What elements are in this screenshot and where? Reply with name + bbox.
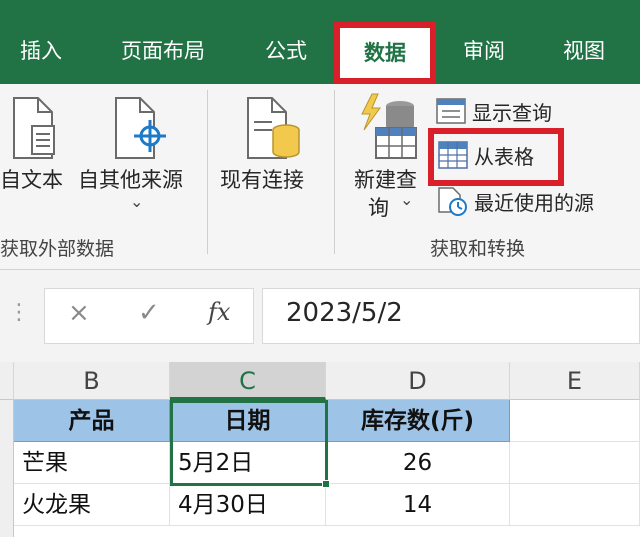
column-header-e[interactable]: E (510, 362, 640, 400)
ribbon-tab-bar: 插入 页面布局 公式 数据 审阅 视图 (0, 0, 640, 84)
chevron-down-icon: ⌄ (130, 192, 144, 211)
show-queries-label: 显示查询 (472, 100, 552, 125)
new-query-label-2: 询 (368, 196, 389, 220)
column-header-c[interactable]: C (170, 362, 326, 400)
tab-review[interactable]: 审阅 (452, 26, 516, 76)
column-header-d[interactable]: D (326, 362, 510, 400)
table-cell[interactable] (510, 400, 640, 442)
tab-formulas[interactable]: 公式 (252, 26, 320, 76)
group-label-get-transform: 获取和转换 (430, 238, 526, 260)
tab-view[interactable]: 视图 (552, 26, 616, 76)
more-options-icon[interactable]: ⋮ (8, 300, 30, 325)
new-query-icon (361, 93, 417, 159)
row-header-strip[interactable] (0, 400, 14, 537)
show-queries-button[interactable]: 显示查询 (436, 96, 552, 126)
from-text-button[interactable]: 自文本 (0, 84, 70, 214)
formula-value: 2023/5/2 (286, 298, 403, 328)
group-label-get-external-data: 获取外部数据 (0, 238, 115, 260)
chevron-down-icon: ⌄ (400, 190, 414, 209)
from-other-sources-button[interactable]: 自其他来源 ⌄ (74, 84, 200, 214)
recent-sources-icon (438, 187, 467, 216)
tab-insert[interactable]: 插入 (10, 26, 72, 76)
table-cell[interactable]: 14 (326, 484, 510, 526)
other-sources-label: 自其他来源 (78, 168, 183, 192)
other-sources-icon (115, 97, 166, 159)
text-file-icon (13, 97, 55, 159)
row-header-corner[interactable] (0, 362, 14, 400)
tab-data[interactable]: 数据 (334, 22, 436, 84)
table-cell[interactable]: 芒果 (14, 442, 170, 484)
from-text-label: 自文本 (0, 168, 63, 192)
table-cell[interactable]: 26 (326, 442, 510, 484)
column-header-b[interactable]: B (14, 362, 170, 400)
table-cell[interactable]: 5月2日 (170, 442, 326, 484)
new-query-button[interactable]: 新建查 询 ⌄ (350, 84, 428, 224)
table-cell[interactable]: 火龙果 (14, 484, 170, 526)
recent-sources-label: 最近使用的源 (474, 190, 594, 215)
table-cell[interactable]: 4月30日 (170, 484, 326, 526)
table-cell[interactable] (510, 442, 640, 484)
table-cell[interactable] (510, 484, 640, 526)
existing-connections-label: 现有连接 (220, 168, 304, 192)
ribbon-separator (207, 90, 208, 254)
ribbon-separator (334, 90, 335, 254)
tab-page-layout[interactable]: 页面布局 (108, 26, 218, 76)
show-queries-icon (436, 98, 466, 124)
cancel-icon[interactable]: × (68, 298, 90, 328)
table-header-date[interactable]: 日期 (170, 400, 326, 442)
enter-icon[interactable]: ✓ (138, 298, 160, 328)
insert-function-icon[interactable]: fx (208, 298, 230, 326)
fill-handle[interactable] (322, 480, 330, 488)
recent-sources-button[interactable]: 最近使用的源 (436, 186, 594, 216)
existing-connections-button[interactable]: 现有连接 (216, 84, 320, 214)
table-header-product[interactable]: 产品 (14, 400, 170, 442)
existing-connections-icon (247, 97, 300, 159)
table-header-stock[interactable]: 库存数(斤) (326, 400, 510, 442)
highlight-annotation (428, 128, 564, 186)
